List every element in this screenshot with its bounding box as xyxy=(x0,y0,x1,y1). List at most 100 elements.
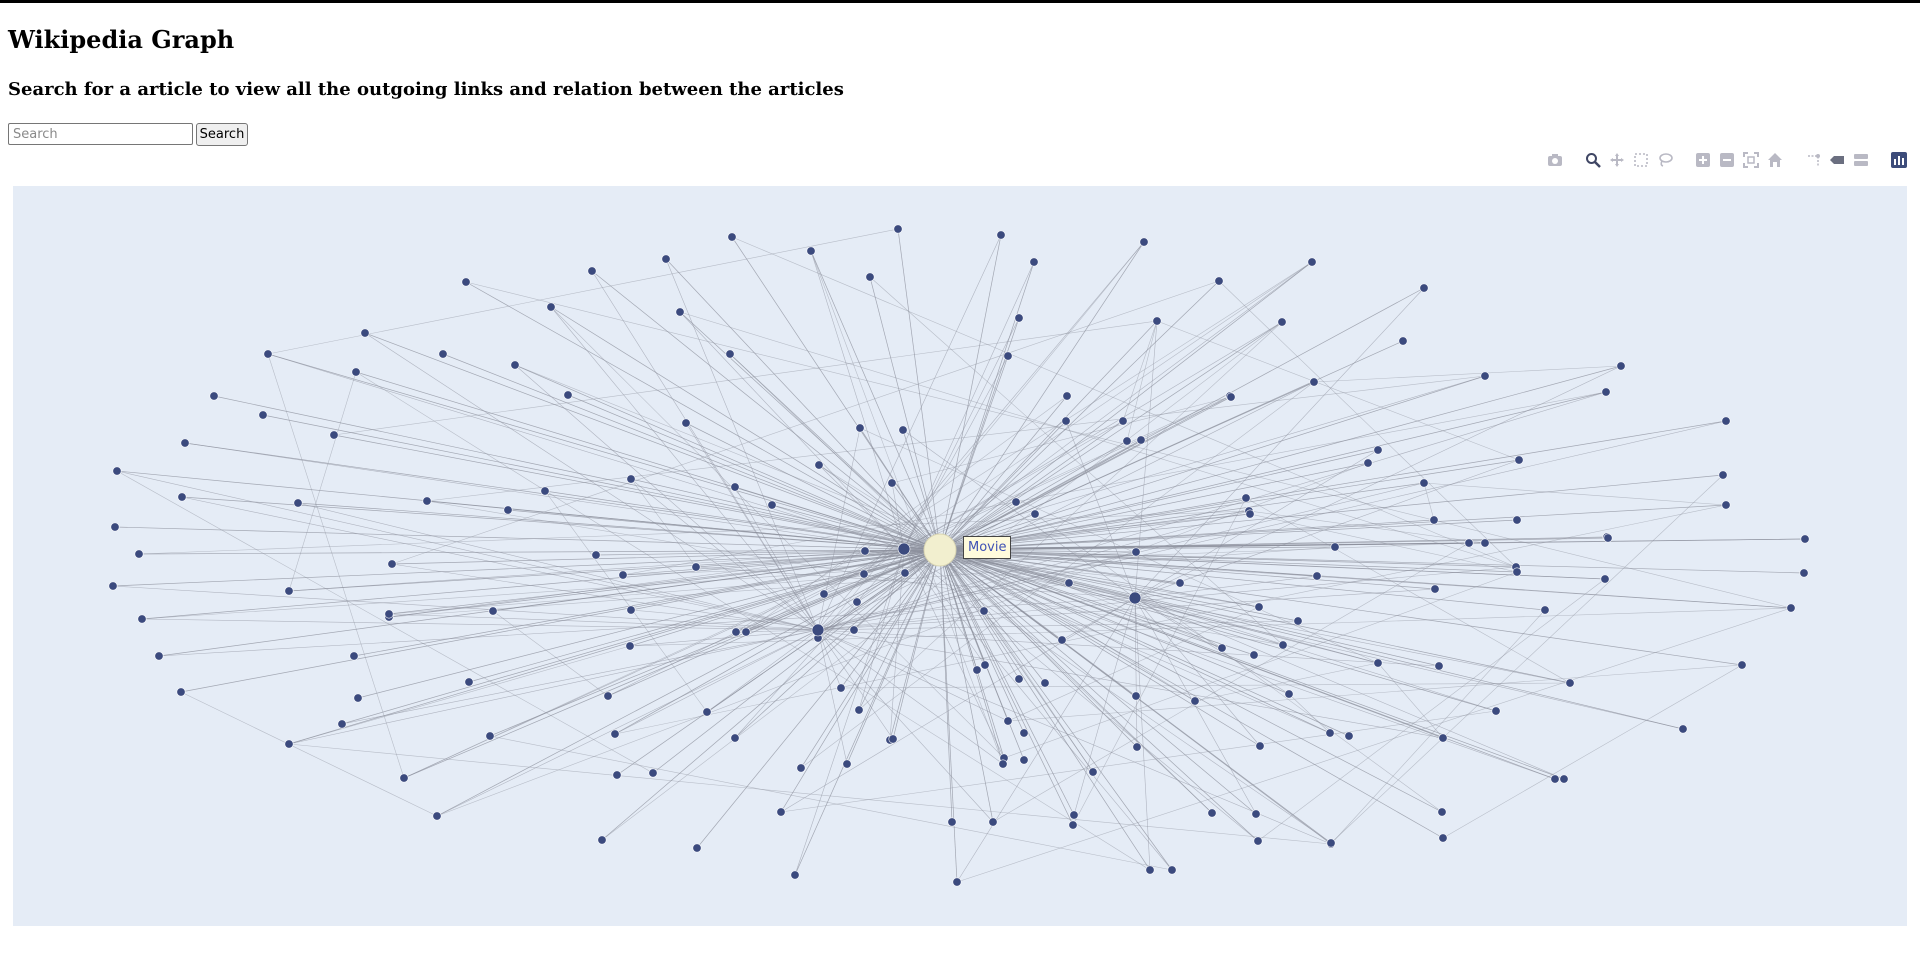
graph-node xyxy=(351,367,361,377)
graph-edge xyxy=(489,735,1173,871)
graph-node xyxy=(1419,478,1429,488)
graph-node xyxy=(1167,865,1177,875)
graph-edge xyxy=(939,420,1067,551)
graph-node xyxy=(1249,650,1259,660)
graph-edge xyxy=(939,549,1805,574)
graph-node xyxy=(1190,696,1200,706)
graph-edge xyxy=(1442,664,1743,839)
graph-node xyxy=(1325,728,1335,738)
graph-node xyxy=(485,731,495,741)
graph-node xyxy=(1363,458,1373,468)
graph-node xyxy=(1003,716,1013,726)
graph-edge xyxy=(355,371,1151,871)
graph-node xyxy=(510,360,520,370)
pan-icon[interactable] xyxy=(1608,151,1626,169)
graph-node xyxy=(1678,724,1688,734)
graph-node xyxy=(1326,838,1336,848)
zoom-in-icon[interactable] xyxy=(1694,151,1712,169)
graph-node xyxy=(399,773,409,783)
graph-edge xyxy=(267,353,905,550)
spike-lines-icon[interactable] xyxy=(1804,151,1822,169)
autoscale-icon[interactable] xyxy=(1742,151,1760,169)
graph-node xyxy=(1437,807,1447,817)
graph-node xyxy=(1131,691,1141,701)
graph-node xyxy=(1438,833,1448,843)
graph-node xyxy=(1064,578,1074,588)
graph-node xyxy=(900,568,910,578)
page-title: Wikipedia Graph xyxy=(8,25,235,54)
graph-node xyxy=(597,835,607,845)
graph-node xyxy=(648,768,658,778)
graph-edge xyxy=(903,548,1792,609)
zoom-out-icon[interactable] xyxy=(1718,151,1736,169)
graph-node xyxy=(1512,515,1522,525)
graph-node xyxy=(730,482,740,492)
graph-node xyxy=(692,843,702,853)
graph-node xyxy=(887,478,897,488)
graph-node xyxy=(1514,455,1524,465)
graph-node xyxy=(612,770,622,780)
graph-node xyxy=(988,817,998,827)
hover-closest-icon[interactable] xyxy=(1828,151,1846,169)
reset-axes-icon[interactable] xyxy=(1766,151,1784,169)
graph-node xyxy=(1040,678,1050,688)
graph-edge xyxy=(1257,578,1606,842)
search-input[interactable] xyxy=(8,123,193,145)
graph-node xyxy=(796,763,806,773)
graph-node xyxy=(898,425,908,435)
graph-node xyxy=(1062,391,1072,401)
graph-node xyxy=(980,660,990,670)
graph-node xyxy=(1430,584,1440,594)
graph-node xyxy=(1029,257,1039,267)
graph-node xyxy=(134,549,144,559)
camera-icon[interactable] xyxy=(1546,151,1564,169)
graph-node xyxy=(860,546,870,556)
graph-node xyxy=(1122,436,1132,446)
graph-edge xyxy=(1313,365,1622,383)
graph-node xyxy=(438,349,448,359)
graph-node xyxy=(337,719,347,729)
graph-node xyxy=(625,641,635,651)
box-select-icon[interactable] xyxy=(1632,151,1650,169)
graph-node xyxy=(1480,371,1490,381)
graph-node xyxy=(1277,317,1287,327)
graph-node xyxy=(1344,731,1354,741)
graph-node xyxy=(1800,534,1810,544)
graph-edge xyxy=(903,513,1251,550)
graph-node xyxy=(1550,774,1560,784)
graph-node xyxy=(263,349,273,359)
graph-node xyxy=(893,224,903,234)
search-button[interactable]: Search xyxy=(196,123,248,146)
graph-plot-area[interactable]: Movie xyxy=(13,186,1907,926)
graph-edge xyxy=(353,549,941,657)
zoom-icon[interactable] xyxy=(1584,151,1602,169)
graph-node xyxy=(387,559,397,569)
graph-node xyxy=(1241,493,1251,503)
graph-node xyxy=(1207,808,1217,818)
graph-node xyxy=(360,328,370,338)
graph-node xyxy=(855,423,865,433)
graph-node xyxy=(1373,658,1383,668)
graph-node xyxy=(461,277,471,287)
graph-edge xyxy=(780,710,1497,813)
graph-node xyxy=(1217,643,1227,653)
graph-edge xyxy=(939,549,1261,747)
graph-node xyxy=(681,418,691,428)
graph-node xyxy=(1175,578,1185,588)
graph-edge xyxy=(465,281,941,551)
plotly-logo-icon[interactable] xyxy=(1890,151,1908,169)
graph-node xyxy=(998,759,1008,769)
graph-node xyxy=(563,390,573,400)
graph-node xyxy=(675,307,685,317)
graph-node xyxy=(384,609,394,619)
hover-compare-icon[interactable] xyxy=(1852,151,1870,169)
graph-edges xyxy=(112,228,1806,883)
graph-node xyxy=(108,581,118,591)
lasso-select-icon[interactable] xyxy=(1656,151,1674,169)
graph-node xyxy=(1014,313,1024,323)
graph-node xyxy=(626,605,636,615)
graph-edge xyxy=(956,607,1792,883)
network-graph[interactable] xyxy=(13,186,1907,926)
graph-node xyxy=(1139,237,1149,247)
graph-node xyxy=(1721,416,1731,426)
